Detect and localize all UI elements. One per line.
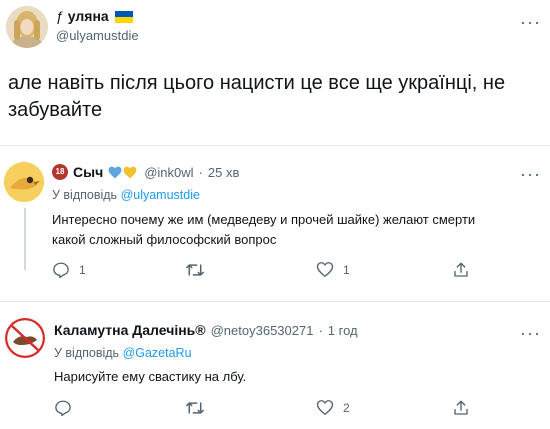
main-author-name[interactable]: уляна	[68, 8, 109, 24]
share-icon	[454, 400, 468, 415]
reply2-author-name[interactable]: Каламутна Далечінь®	[54, 322, 206, 338]
reply-count: 1	[79, 263, 86, 277]
like-count: 2	[343, 400, 350, 415]
reply-target-link[interactable]: @ulyamustdie	[121, 188, 200, 202]
reply1-text-line2: какой сложный философский вопрос	[52, 232, 277, 247]
reply1-timestamp[interactable]: 25 хв	[208, 165, 239, 180]
reply1-replying-to: У відповідь @ulyamustdie	[52, 188, 200, 202]
retweet-button[interactable]	[185, 399, 205, 417]
retweet-button[interactable]	[185, 261, 205, 279]
separator-dot: ·	[318, 322, 323, 338]
share-button[interactable]	[452, 399, 470, 417]
divider	[0, 301, 550, 302]
like-button[interactable]: 1	[316, 261, 350, 278]
main-author-avatar[interactable]	[6, 6, 48, 48]
reply1-text-line1: Интересно почему же им (медведеву и проч…	[52, 212, 476, 227]
retweet-icon	[186, 402, 204, 414]
reply2-header: Каламутна Далечінь® @netoy36530271 · 1 г…	[54, 322, 358, 338]
reply2-replying-to: У відповідь @GazetaRu	[54, 346, 192, 360]
reply1-actions: 1 1	[52, 261, 472, 281]
reply1-author-name[interactable]: Сыч	[73, 164, 103, 180]
reply2-text: Нарисуйте ему свастику на лбу.	[54, 369, 247, 384]
reply-button[interactable]: 1	[52, 261, 86, 279]
like-button[interactable]: 2	[316, 399, 350, 416]
like-count: 1	[343, 262, 350, 277]
reply1-text: Интересно почему же им (медведеву и проч…	[52, 210, 532, 250]
age-badge: 18	[52, 164, 68, 180]
share-button[interactable]	[452, 261, 470, 279]
more-icon[interactable]: ···	[520, 13, 541, 31]
reply1-author-avatar[interactable]	[4, 162, 44, 202]
more-icon[interactable]: ···	[520, 324, 541, 342]
separator-dot: ·	[198, 164, 203, 180]
reply-icon	[55, 400, 71, 417]
reply-target-link[interactable]: @GazetaRu	[123, 346, 192, 360]
reply1-author-handle[interactable]: @ink0wl	[144, 165, 193, 180]
more-icon[interactable]: ···	[520, 165, 541, 183]
reply-icon	[53, 262, 69, 279]
reply2-actions: 2	[54, 399, 474, 419]
author-glyph: ƒ	[56, 8, 64, 24]
main-author-line: ƒ уляна	[56, 8, 133, 24]
reply-prefix: У відповідь	[54, 346, 120, 360]
reply1-header: 18 Сыч @ink0wl · 25 хв	[52, 164, 239, 180]
main-tweet-text: але навіть після цього нацисти це все ще…	[8, 72, 506, 121]
share-icon	[454, 262, 468, 277]
reply-prefix: У відповідь	[52, 188, 118, 202]
flag-icon	[114, 10, 133, 23]
reply2-timestamp[interactable]: 1 год	[328, 323, 358, 338]
heart-icon	[108, 166, 137, 179]
like-icon	[316, 400, 334, 415]
divider	[0, 145, 550, 146]
reply2-author-avatar[interactable]	[5, 318, 45, 358]
thread-line	[24, 208, 26, 270]
reply2-author-handle[interactable]: @netoy36530271	[211, 323, 314, 338]
like-icon	[316, 262, 334, 277]
reply-button[interactable]	[54, 399, 72, 417]
main-author-handle[interactable]: @ulyamustdie	[56, 28, 139, 43]
retweet-icon	[186, 264, 204, 276]
